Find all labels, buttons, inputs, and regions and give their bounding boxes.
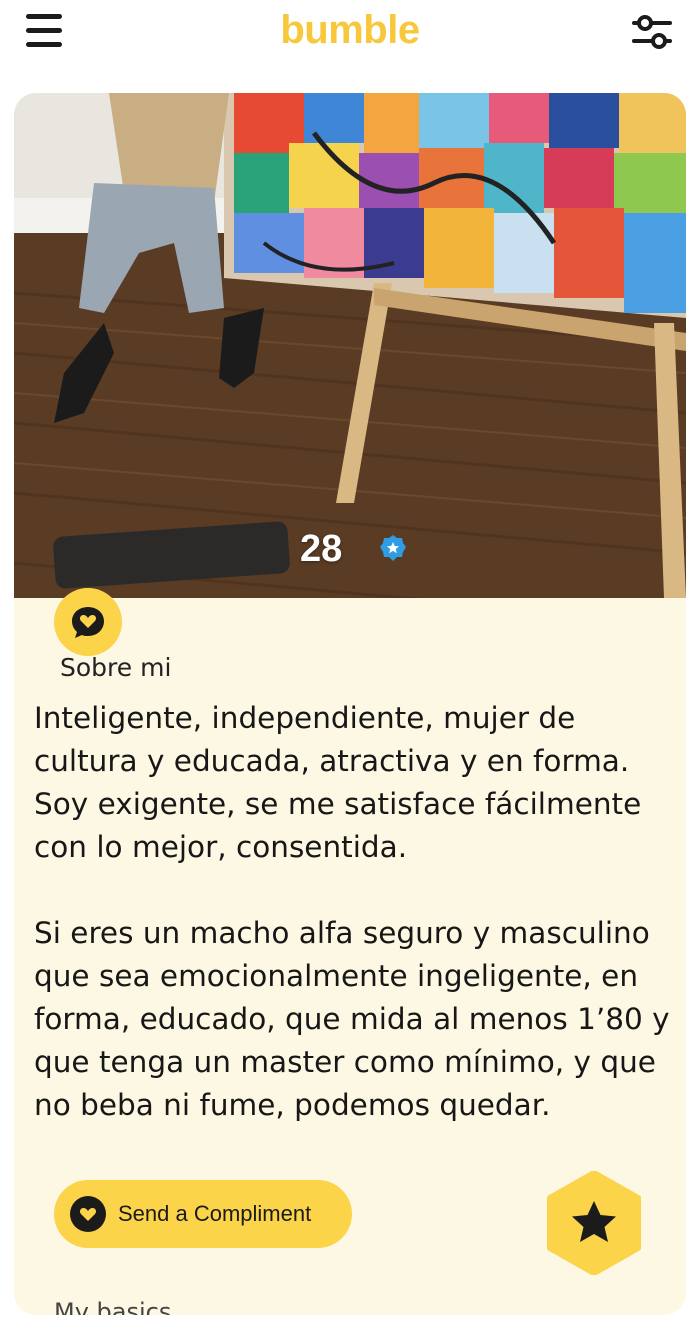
profile-card[interactable]: 28 Sobre mi Inteligente, independiente, … bbox=[14, 93, 686, 1315]
filter-button[interactable] bbox=[632, 12, 672, 52]
send-compliment-button[interactable]: Send a Compliment bbox=[54, 1180, 352, 1248]
profile-photo[interactable] bbox=[14, 93, 686, 598]
send-compliment-label: Send a Compliment bbox=[118, 1201, 312, 1226]
chat-badge-button[interactable] bbox=[54, 588, 122, 656]
superswipe-star-button[interactable] bbox=[544, 1171, 644, 1275]
speech-bubble-heart-icon bbox=[72, 607, 104, 638]
profile-photo-image bbox=[14, 93, 686, 598]
profile-age: 28 bbox=[300, 528, 343, 570]
filter-sliders-icon bbox=[632, 15, 672, 49]
heart-bubble-icon bbox=[70, 1196, 106, 1232]
about-text: Inteligente, independiente, mujer de cul… bbox=[34, 697, 674, 1170]
about-paragraph: Si eres un macho alfa seguro y masculino… bbox=[34, 916, 670, 1122]
next-section-heading: My basics bbox=[54, 1298, 172, 1315]
about-paragraph: Inteligente, independiente, mujer de cul… bbox=[34, 701, 642, 864]
top-bar: bumble bbox=[0, 0, 700, 80]
verified-badge-icon[interactable] bbox=[378, 533, 408, 563]
bumble-logo: bumble bbox=[280, 8, 420, 52]
about-section-label: Sobre mi bbox=[60, 653, 172, 682]
